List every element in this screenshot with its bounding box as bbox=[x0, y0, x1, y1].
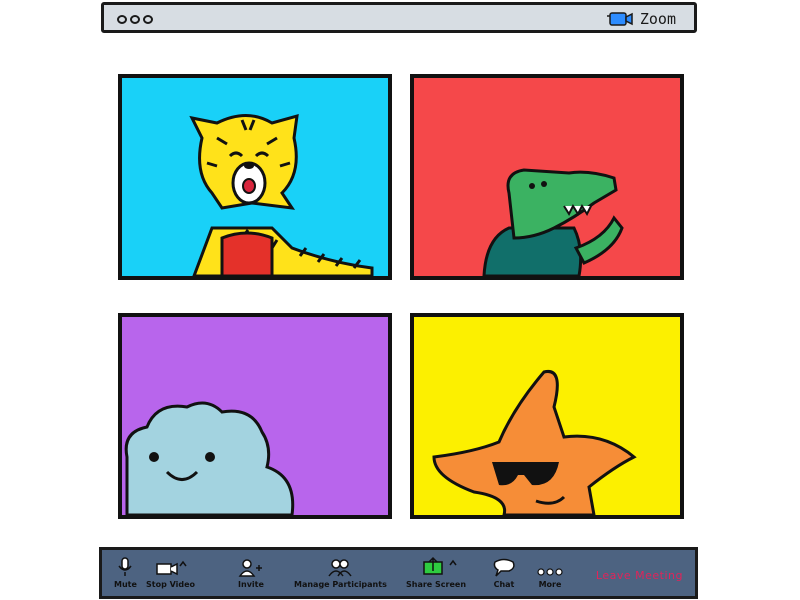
mute-label: Mute bbox=[114, 580, 137, 589]
window-title-bar: Zoom bbox=[101, 2, 697, 33]
cloud-avatar bbox=[124, 401, 295, 515]
invite-button[interactable]: Invite bbox=[238, 556, 264, 589]
more-dots-icon bbox=[537, 568, 563, 576]
more-button[interactable]: More bbox=[537, 556, 563, 589]
close-window-dot[interactable] bbox=[117, 15, 127, 24]
zoom-brand: Zoom bbox=[606, 10, 676, 28]
maximize-window-dot[interactable] bbox=[143, 15, 153, 24]
share-screen-button[interactable]: Share Screen bbox=[406, 556, 466, 589]
share-screen-icon bbox=[423, 556, 457, 575]
crocodile-avatar bbox=[482, 168, 624, 276]
meeting-toolbar: Mute Stop Video Invite Manage Participan… bbox=[99, 547, 698, 599]
chat-button[interactable]: Chat bbox=[492, 556, 516, 589]
share-screen-label: Share Screen bbox=[406, 580, 467, 589]
microphone-icon bbox=[118, 557, 133, 576]
tiger-avatar bbox=[189, 113, 374, 276]
video-camera-icon bbox=[155, 560, 187, 576]
minimize-window-dot[interactable] bbox=[130, 15, 140, 24]
zoom-camera-icon bbox=[606, 12, 633, 26]
stop-video-label: Stop Video bbox=[146, 580, 196, 589]
more-label: More bbox=[538, 580, 562, 589]
starfish-avatar bbox=[432, 369, 637, 515]
chat-label: Chat bbox=[493, 580, 515, 589]
app-name: Zoom bbox=[639, 10, 676, 28]
leave-meeting-button[interactable]: Leave Meeting bbox=[596, 569, 683, 582]
participant-tile-tiger[interactable] bbox=[118, 74, 392, 280]
participant-tile-cloud[interactable] bbox=[118, 313, 392, 519]
window-controls bbox=[117, 15, 153, 24]
manage-participants-label: Manage Participants bbox=[294, 580, 387, 589]
chat-icon bbox=[493, 558, 515, 577]
participant-tile-starfish[interactable] bbox=[410, 313, 684, 519]
invite-icon bbox=[238, 559, 262, 577]
invite-label: Invite bbox=[238, 580, 264, 589]
participants-icon bbox=[328, 559, 353, 577]
participant-tile-crocodile[interactable] bbox=[410, 74, 684, 280]
mute-button[interactable]: Mute bbox=[114, 556, 137, 589]
stop-video-button[interactable]: Stop Video bbox=[146, 556, 195, 589]
manage-participants-button[interactable]: Manage Participants bbox=[294, 556, 387, 589]
